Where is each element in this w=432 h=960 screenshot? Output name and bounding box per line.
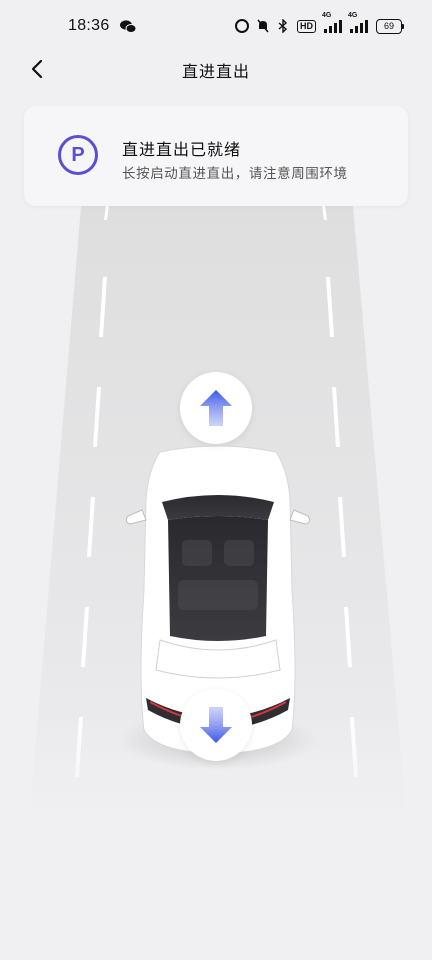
- nav-bar: 直进直出: [0, 48, 432, 88]
- alarm-icon: [235, 19, 249, 33]
- mute-icon: [257, 19, 269, 33]
- hd-icon: HD: [297, 19, 316, 33]
- battery-icon: 69: [376, 18, 404, 34]
- arrow-down-icon: [200, 707, 232, 743]
- card-subtitle: 长按启动直进直出，请注意周围环境: [122, 166, 348, 182]
- status-bar: 18:36 HD 4G 4G 69: [0, 0, 432, 52]
- forward-button[interactable]: [180, 372, 252, 444]
- signal-icon: 4G: [322, 12, 342, 33]
- arrow-up-icon: [200, 390, 232, 426]
- card-title: 直进直出已就绪: [122, 140, 242, 159]
- backward-button[interactable]: [180, 689, 252, 761]
- wechat-icon: [119, 19, 136, 33]
- signal-icon-2: 4G: [348, 12, 368, 33]
- status-card: P 直进直出已就绪 长按启动直进直出，请注意周围环境: [24, 106, 408, 206]
- parking-icon: P: [58, 135, 98, 175]
- bluetooth-icon: [278, 19, 288, 33]
- battery-level: 69: [376, 18, 402, 34]
- page-title: 直进直出: [181, 62, 250, 81]
- status-time: 18:36: [68, 17, 110, 34]
